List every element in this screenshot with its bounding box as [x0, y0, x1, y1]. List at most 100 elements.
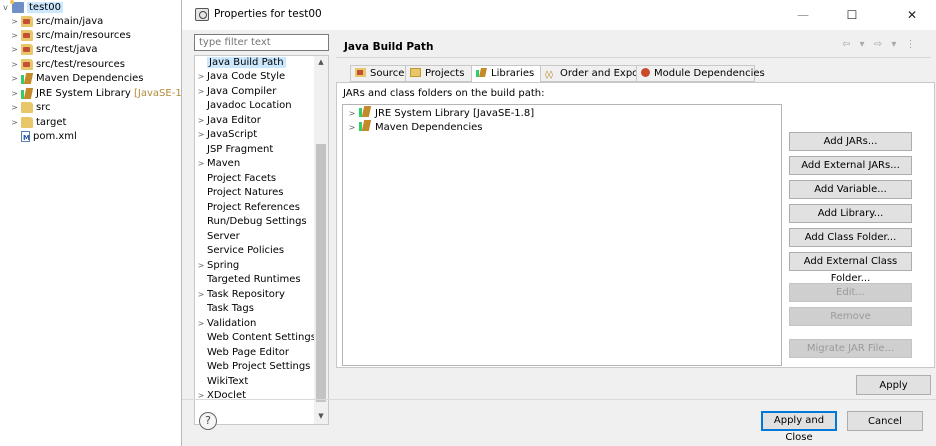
dialog-title: Properties for test00: [214, 8, 322, 20]
nav-item[interactable]: Project References: [195, 201, 300, 215]
module-tab-icon: [641, 68, 650, 77]
nav-item[interactable]: > Maven: [195, 157, 241, 171]
nav-item[interactable]: > XDoclet: [195, 389, 246, 403]
tab-module-dependencies[interactable]: Module Dependencies: [636, 65, 765, 82]
build-path-page: Java Build Path ⇦ ▾ ⇨ ▾ ⋮ Source Project…: [332, 30, 936, 400]
tab-source[interactable]: Source: [350, 65, 406, 82]
chevron-right-icon[interactable]: >: [195, 389, 207, 403]
chevron-right-icon[interactable]: >: [195, 288, 207, 302]
help-icon[interactable]: ?: [199, 412, 217, 430]
chevron-right-icon[interactable]: >: [195, 317, 207, 331]
nav-item[interactable]: > Validation: [195, 317, 257, 331]
nav-item[interactable]: > Java Code Style: [195, 70, 286, 84]
nav-item[interactable]: Javadoc Location: [195, 99, 292, 113]
chevron-right-icon[interactable]: >: [195, 85, 207, 99]
chevron-right-icon[interactable]: >: [10, 116, 19, 130]
close-button[interactable]: ✕: [897, 5, 927, 25]
remove-button[interactable]: Remove: [789, 307, 912, 326]
library-icon: [359, 106, 371, 117]
property-pages-tree: Java Build Path > Java Code Style > Java C…: [194, 55, 329, 425]
add-external-class-folder-button[interactable]: Add External Class Folder...: [789, 252, 912, 284]
tree-item[interactable]: > src: [10, 101, 51, 115]
add-library-button[interactable]: Add Library...: [789, 204, 912, 223]
scrollbar-thumb[interactable]: [316, 144, 326, 402]
tree-item[interactable]: > src/test/resources: [10, 58, 125, 72]
nav-item[interactable]: Web Page Editor: [195, 346, 289, 360]
minimize-button[interactable]: —: [788, 5, 818, 25]
chevron-right-icon[interactable]: >: [10, 43, 19, 57]
cancel-button[interactable]: Cancel: [847, 411, 923, 431]
classpath-label: JARs and class folders on the build path…: [343, 88, 545, 99]
nav-item[interactable]: WikiText: [195, 375, 248, 389]
chevron-right-icon[interactable]: >: [10, 15, 19, 29]
tree-item[interactable]: > target: [10, 116, 66, 130]
chevron-right-icon[interactable]: >: [347, 107, 357, 121]
nav-item[interactable]: Project Facets: [195, 172, 276, 186]
nav-item[interactable]: > Task Repository: [195, 288, 285, 302]
nav-item[interactable]: Service Policies: [195, 244, 284, 258]
chevron-right-icon[interactable]: >: [195, 157, 207, 171]
nav-item[interactable]: Server: [195, 230, 240, 244]
apply-button[interactable]: Apply: [856, 375, 931, 395]
tree-item[interactable]: > Maven Dependencies: [10, 72, 144, 86]
nav-item[interactable]: > Java Editor: [195, 114, 261, 128]
list-item[interactable]: > JRE System Library [JavaSE-1.8]: [347, 106, 534, 120]
tree-item[interactable]: pom.xml: [10, 130, 77, 145]
tree-item[interactable]: > src/main/java: [10, 15, 103, 29]
tab-order-and-export[interactable]: ◊◊ Order and Export: [540, 65, 646, 82]
project-icon: [10, 0, 24, 13]
chevron-right-icon[interactable]: >: [10, 87, 19, 101]
chevron-right-icon[interactable]: >: [195, 128, 207, 142]
dialog-titlebar[interactable]: Properties for test00 — ☐ ✕: [182, 0, 936, 30]
nav-item[interactable]: Project Natures: [195, 186, 284, 200]
tree-item[interactable]: > src/main/resources: [10, 29, 131, 43]
nav-item-java-build-path[interactable]: Java Build Path: [195, 56, 286, 70]
scroll-down-icon[interactable]: ▼: [314, 412, 328, 420]
chevron-right-icon[interactable]: >: [347, 121, 357, 135]
classpath-list[interactable]: > JRE System Library [JavaSE-1.8] > Maven …: [342, 104, 782, 366]
scroll-up-icon[interactable]: ▲: [314, 58, 328, 66]
filter-input[interactable]: [194, 34, 329, 51]
chevron-right-icon[interactable]: >: [10, 58, 19, 72]
nav-item[interactable]: > JavaScript: [195, 128, 258, 142]
chevron-right-icon[interactable]: >: [195, 70, 207, 84]
tree-item-project[interactable]: v test00: [1, 0, 63, 15]
add-class-folder-button[interactable]: Add Class Folder...: [789, 228, 912, 247]
nav-item[interactable]: > Java Compiler: [195, 85, 277, 99]
list-item[interactable]: > Maven Dependencies: [347, 120, 483, 134]
nav-item[interactable]: Run/Debug Settings: [195, 215, 307, 229]
nav-scrollbar[interactable]: ▲ ▼: [314, 56, 328, 424]
nav-item[interactable]: Web Project Settings: [195, 360, 310, 374]
nav-item[interactable]: Task Tags: [195, 302, 254, 316]
tab-projects[interactable]: Projects: [405, 65, 472, 82]
maven-file-icon: [21, 131, 30, 145]
chevron-right-icon[interactable]: >: [195, 114, 207, 128]
add-variable-button[interactable]: Add Variable...: [789, 180, 912, 199]
add-external-jars-button[interactable]: Add External JARs...: [789, 156, 912, 175]
chevron-right-icon[interactable]: >: [10, 29, 19, 43]
divider: [336, 57, 931, 58]
library-icon: [21, 73, 33, 84]
nav-item[interactable]: Targeted Runtimes: [195, 273, 301, 287]
projects-tab-icon: [410, 68, 421, 77]
libraries-tab-content: JARs and class folders on the build path…: [336, 82, 935, 368]
page-navigation-arrows[interactable]: ⇦ ▾ ⇨ ▾ ⋮: [842, 39, 919, 50]
properties-icon: [195, 8, 209, 21]
tab-libraries[interactable]: Libraries: [471, 65, 541, 83]
nav-item[interactable]: Web Content Settings: [195, 331, 316, 345]
folder-icon: [21, 117, 33, 128]
tree-item[interactable]: > JRE System Library [JavaSE-1.8]: [10, 87, 195, 101]
add-jars-button[interactable]: Add JARs...: [789, 132, 912, 151]
source-folder-icon: [21, 59, 33, 70]
chevron-down-icon[interactable]: v: [1, 1, 10, 15]
tree-item[interactable]: > src/test/java: [10, 43, 98, 57]
chevron-right-icon[interactable]: >: [10, 72, 19, 86]
migrate-jar-file-button[interactable]: Migrate JAR File...: [789, 339, 912, 358]
nav-item[interactable]: JSP Fragment: [195, 143, 273, 157]
chevron-right-icon[interactable]: >: [10, 101, 19, 115]
edit-button[interactable]: Edit...: [789, 283, 912, 302]
nav-item[interactable]: > Spring: [195, 259, 240, 273]
chevron-right-icon[interactable]: >: [195, 259, 207, 273]
maximize-button[interactable]: ☐: [837, 5, 867, 25]
apply-and-close-button[interactable]: Apply and Close: [761, 411, 837, 443]
